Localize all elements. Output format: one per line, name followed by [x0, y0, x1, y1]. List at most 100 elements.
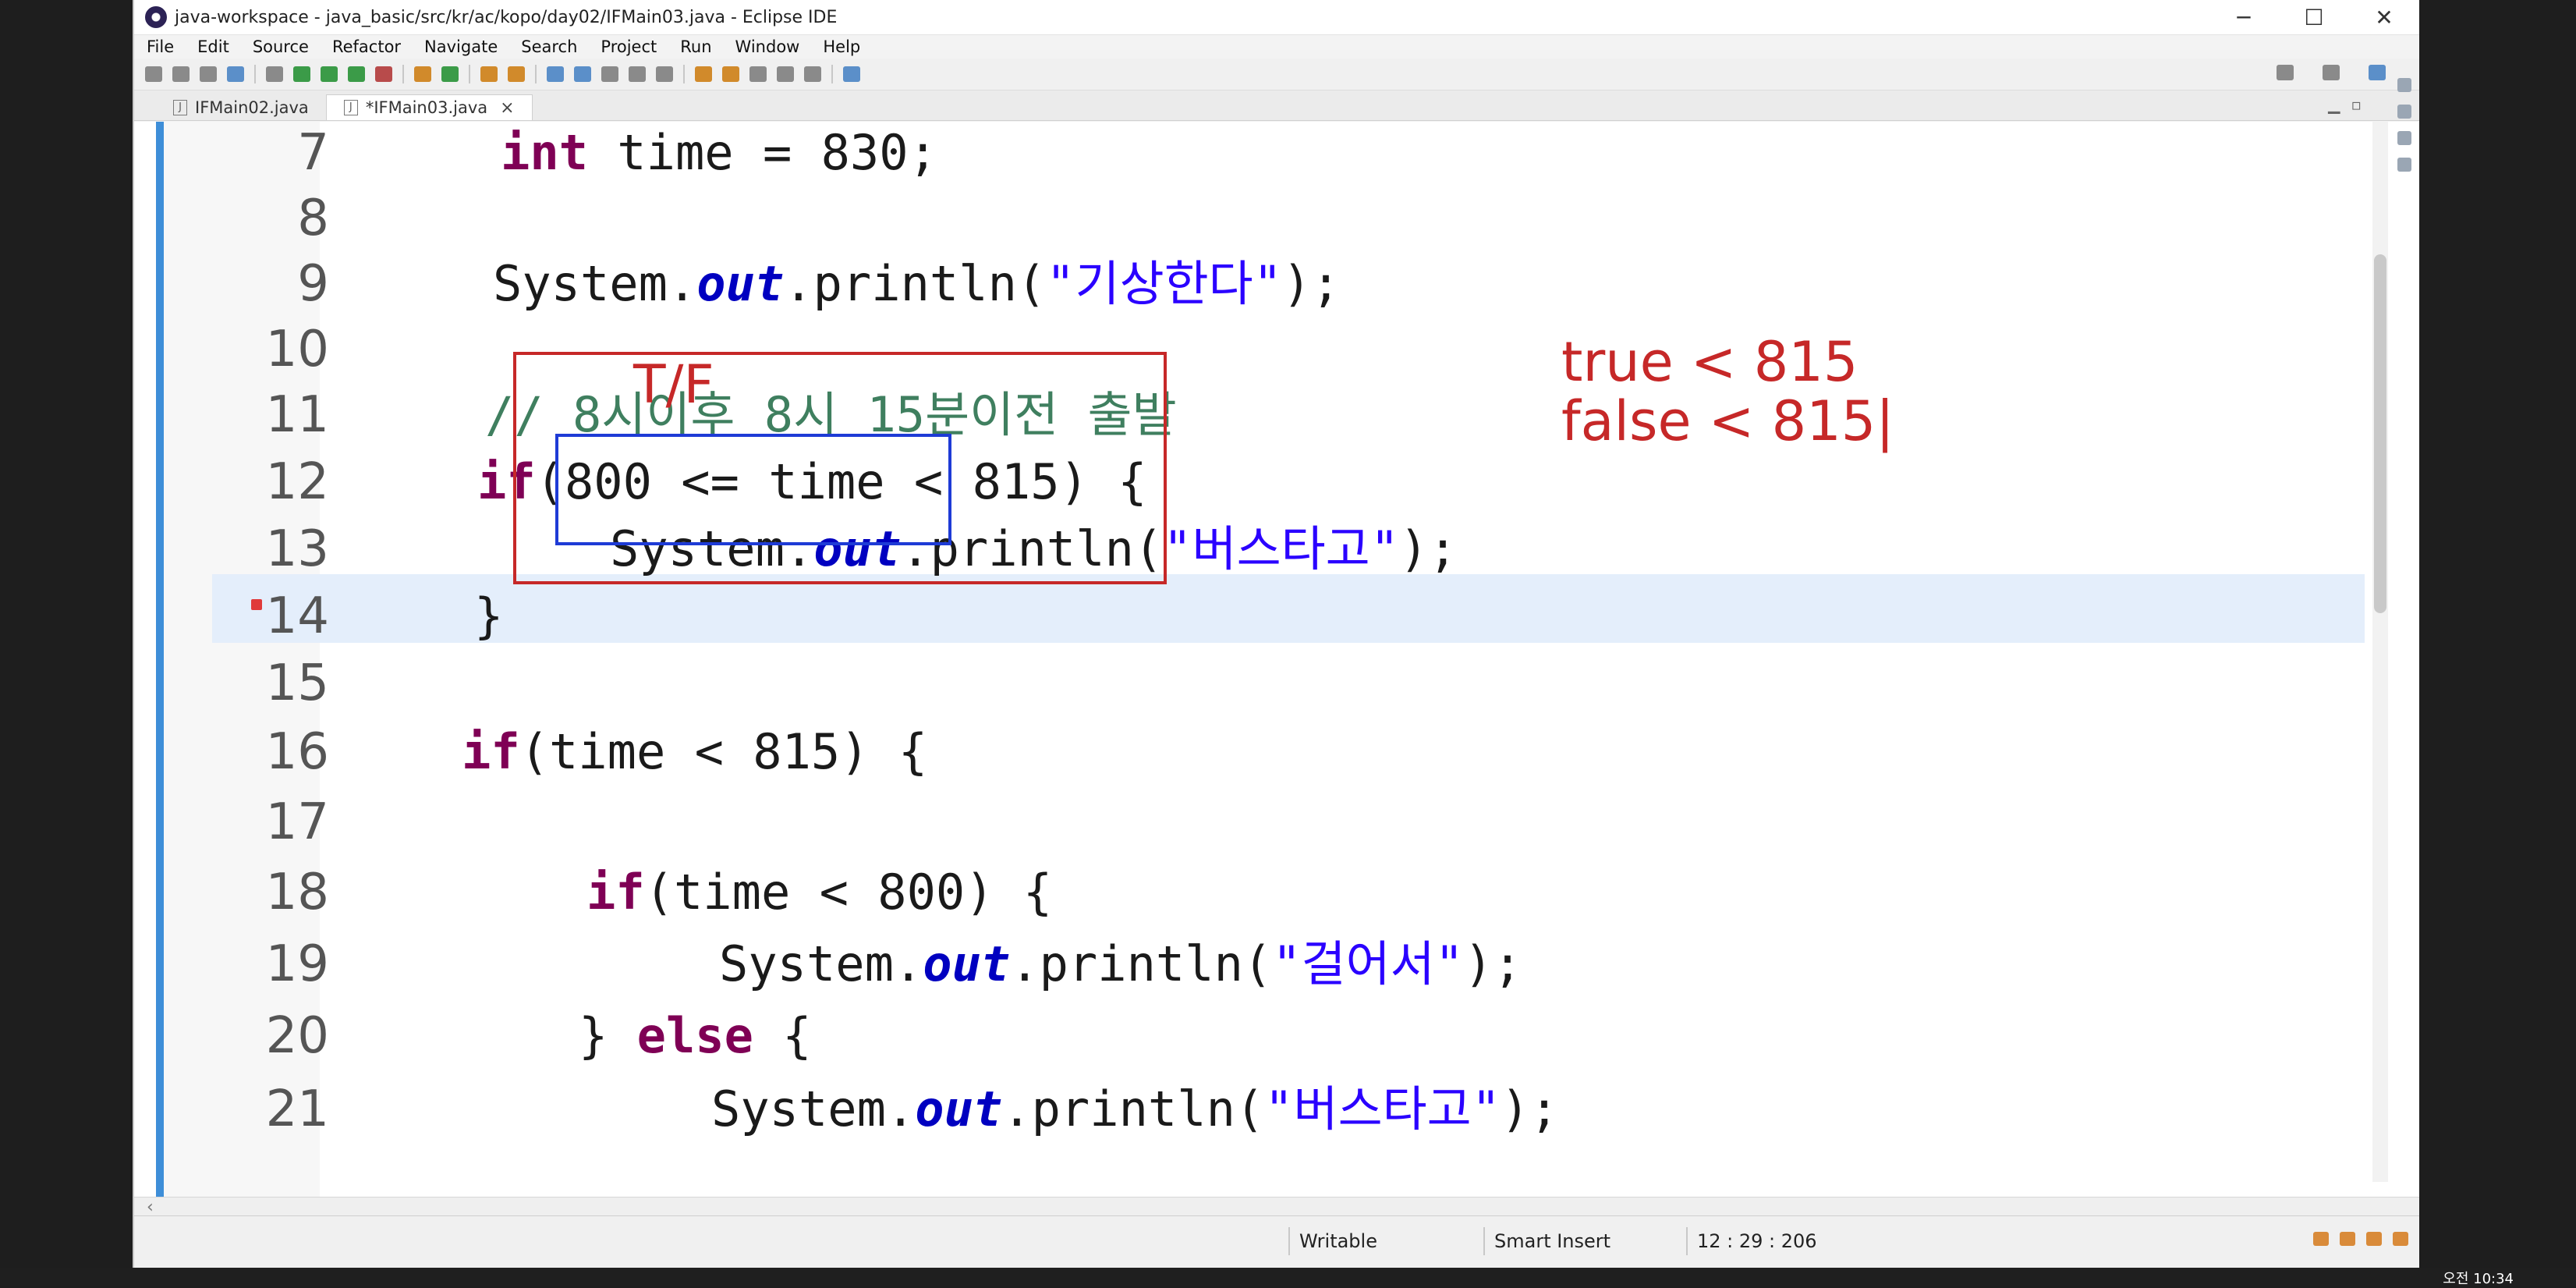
- status-separator: [1483, 1227, 1485, 1255]
- horizontal-scrollbar[interactable]: ‹: [134, 1197, 2419, 1217]
- current-line-highlight: [212, 574, 2365, 643]
- minimize-maximize-view-icon[interactable]: ▁▫: [2328, 95, 2372, 114]
- tab-label: IFMain02.java: [195, 98, 309, 117]
- open-perspective-icon[interactable]: [2323, 65, 2340, 80]
- scrollbar-thumb[interactable]: [2374, 254, 2386, 613]
- terminal-icon[interactable]: [227, 66, 244, 82]
- notification-icon[interactable]: [2313, 1232, 2329, 1246]
- menu-run[interactable]: Run: [680, 37, 711, 56]
- toggle-mark-occurrences-icon[interactable]: [547, 66, 564, 82]
- coverage-icon[interactable]: [348, 66, 365, 82]
- code-text: );: [1501, 1080, 1559, 1137]
- status-cursor-position: 12 : 29 : 206: [1697, 1230, 1817, 1252]
- forward-icon[interactable]: [804, 66, 821, 82]
- previous-annotation-icon[interactable]: [722, 66, 739, 82]
- search-icon[interactable]: [2277, 65, 2294, 80]
- toolbar-separator: [535, 65, 537, 83]
- taskbar-clock: 오전 10:34: [2443, 1271, 2514, 1287]
- code-text: time = 830;: [587, 124, 937, 181]
- menu-navigate[interactable]: Navigate: [424, 37, 498, 56]
- progress-icon[interactable]: [2340, 1232, 2355, 1246]
- window-controls: ─ ☐ ✕: [2209, 0, 2419, 34]
- outline-icon[interactable]: [2397, 105, 2411, 119]
- keyword: if: [462, 723, 520, 780]
- debug-icon[interactable]: [293, 66, 310, 82]
- run-icon[interactable]: [321, 66, 338, 82]
- code-line-18: if(time < 800) {: [586, 858, 1052, 927]
- task-list-icon[interactable]: [2397, 131, 2411, 145]
- code-line-9: System.out.println("기상한다");: [493, 250, 1341, 318]
- open-type-icon[interactable]: [480, 66, 498, 82]
- java-perspective-icon[interactable]: [2369, 65, 2386, 80]
- status-bar: Writable Smart Insert 12 : 29 : 206: [134, 1215, 2419, 1268]
- string-literal: "버스타고": [1163, 520, 1400, 577]
- new-class-icon[interactable]: [441, 66, 459, 82]
- code-text: );: [1399, 520, 1458, 577]
- vertical-scrollbar[interactable]: [2372, 122, 2388, 1182]
- new-java-project-icon[interactable]: [414, 66, 431, 82]
- menu-window[interactable]: Window: [735, 37, 800, 56]
- next-annotation-icon[interactable]: [695, 66, 712, 82]
- menu-help[interactable]: Help: [823, 37, 860, 56]
- menu-refactor[interactable]: Refactor: [332, 37, 401, 56]
- minimize-button[interactable]: ─: [2209, 0, 2279, 34]
- status-writable: Writable: [1299, 1230, 1377, 1252]
- skip-breakpoints-icon[interactable]: [266, 66, 283, 82]
- show-whitespace-icon[interactable]: [629, 66, 646, 82]
- open-task-icon[interactable]: [843, 66, 860, 82]
- menu-project[interactable]: Project: [601, 37, 657, 56]
- code-text: System.: [493, 255, 697, 312]
- title-bar: java-workspace - java_basic/src/kr/ac/ko…: [134, 0, 2419, 35]
- tips-icon[interactable]: [2393, 1232, 2408, 1246]
- back-icon[interactable]: [777, 66, 794, 82]
- marketplace-icon[interactable]: [2366, 1232, 2382, 1246]
- maximize-button[interactable]: ☐: [2279, 0, 2349, 34]
- line-number: 19: [265, 935, 329, 993]
- save-all-icon[interactable]: [200, 66, 217, 82]
- main-toolbar: [134, 59, 2419, 90]
- block-selection-icon[interactable]: [601, 66, 618, 82]
- line-number: 15: [265, 655, 329, 712]
- field-out: out: [696, 255, 785, 312]
- status-insert-mode[interactable]: Smart Insert: [1486, 1227, 1689, 1255]
- keyword: if: [586, 864, 645, 921]
- code-text: .println(: [1010, 935, 1273, 992]
- code-editor[interactable]: 7 8 9 10 11 12 13 14 15 16 17 18 19 20 2…: [134, 122, 2419, 1198]
- line-number: 10: [265, 321, 329, 378]
- line-number: 17: [265, 793, 329, 851]
- toolbar-separator: [469, 65, 470, 83]
- line-number: 14: [265, 587, 329, 645]
- pilcrow-icon[interactable]: [656, 66, 673, 82]
- tab-ifmain02[interactable]: J IFMain02.java: [156, 95, 326, 120]
- menu-edit[interactable]: Edit: [197, 37, 229, 56]
- code-line-7: int time = 830;: [501, 119, 937, 187]
- toolbar-right: [2277, 65, 2396, 80]
- tab-ifmain03[interactable]: J *IFMain03.java ×: [325, 94, 533, 120]
- code-line-19: System.out.println("걸어서");: [719, 930, 1522, 999]
- annotation-blue-box: [555, 434, 951, 545]
- java-file-icon: J: [343, 100, 358, 115]
- menu-bar: File Edit Source Refactor Navigate Searc…: [134, 35, 2419, 59]
- menu-source[interactable]: Source: [253, 37, 309, 56]
- console-icon[interactable]: [2397, 158, 2411, 172]
- close-tab-icon[interactable]: ×: [500, 98, 514, 118]
- close-button[interactable]: ✕: [2349, 0, 2419, 34]
- toggle-word-wrap-icon[interactable]: [574, 66, 591, 82]
- os-taskbar: 오전 10:34: [0, 1268, 2576, 1287]
- restore-icon[interactable]: [2397, 78, 2411, 92]
- line-number: 13: [265, 520, 329, 578]
- code-text: .println(: [1002, 1080, 1265, 1137]
- menu-search[interactable]: Search: [521, 37, 577, 56]
- code-text: (time < 800) {: [644, 864, 1053, 921]
- menu-file[interactable]: File: [147, 37, 174, 56]
- scroll-left-icon[interactable]: ‹: [147, 1198, 154, 1217]
- new-icon[interactable]: [145, 66, 162, 82]
- code-line-21: System.out.println("버스타고");: [711, 1075, 1559, 1144]
- window-title: java-workspace - java_basic/src/kr/ac/ko…: [175, 7, 838, 27]
- last-edit-location-icon[interactable]: [749, 66, 767, 82]
- code-text: System.: [719, 935, 923, 992]
- field-out: out: [915, 1080, 1003, 1137]
- search-toolbar-icon[interactable]: [508, 66, 525, 82]
- external-tools-icon[interactable]: [375, 66, 392, 82]
- save-icon[interactable]: [172, 66, 190, 82]
